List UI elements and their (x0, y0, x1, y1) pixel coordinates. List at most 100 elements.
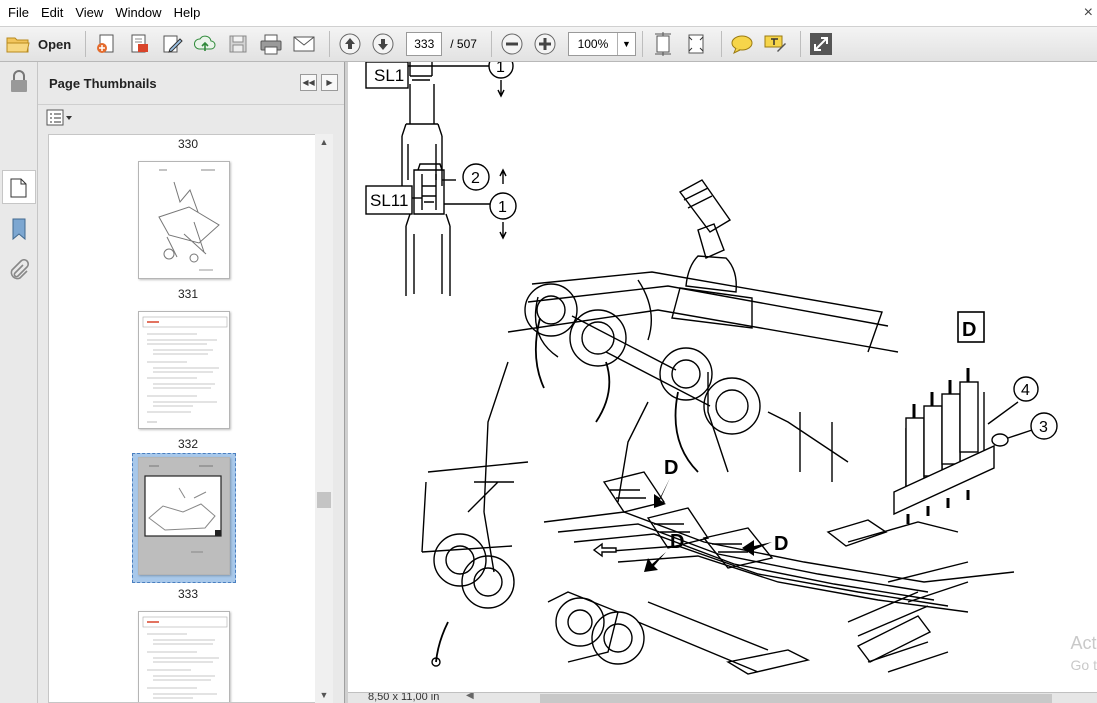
fit-page-icon (654, 32, 671, 56)
open-folder-icon (6, 37, 30, 53)
chevron-down-icon[interactable]: ▼ (616, 33, 635, 55)
d-label-right: D (774, 533, 788, 555)
expand-button[interactable] (807, 30, 835, 58)
zoom-out-button[interactable] (498, 30, 526, 58)
thumbnails-panel: Page Thumbnails ◀◀ ▶ 330 331 332 333 ▲ ▼ (38, 62, 344, 703)
callout-one-top: 1 (496, 62, 505, 76)
cloud-upload-button[interactable] (191, 30, 219, 58)
email-icon (293, 36, 315, 52)
save-icon (229, 35, 247, 53)
page-total: / 507 (450, 37, 477, 51)
scroll-up-icon[interactable]: ▲ (315, 134, 333, 150)
document-view: SL1 1 SL11 2 1 D D D D 4 3 Act Go t (348, 62, 1097, 692)
scroll-down-icon[interactable]: ▼ (315, 687, 333, 703)
attachment-icon[interactable] (7, 259, 31, 283)
panel-title: Page Thumbnails (49, 75, 157, 91)
create-pdf-button[interactable] (92, 30, 120, 58)
cloud-upload-icon (194, 35, 216, 51)
open-button[interactable]: Open (6, 34, 71, 54)
sl11-label: SL11 (370, 191, 408, 210)
edit-button[interactable] (158, 30, 186, 58)
zoom-out-icon (501, 33, 523, 55)
watermark-line-1: Act (1070, 633, 1097, 653)
thumbnail-label: 333 (177, 587, 199, 601)
callout-two: 2 (471, 170, 480, 187)
lock-icon[interactable] (7, 70, 31, 94)
thumbnail-page-332[interactable] (138, 311, 230, 429)
thumbnail-page-333[interactable] (138, 457, 230, 575)
close-document-icon[interactable]: × (1084, 4, 1093, 22)
zoom-value: 100% (577, 37, 609, 51)
save-button[interactable] (224, 30, 252, 58)
thumbnail-label: 331 (177, 287, 199, 301)
export-pdf-icon (131, 34, 149, 53)
export-pdf-button[interactable] (125, 30, 153, 58)
panel-header: Page Thumbnails ◀◀ ▶ (38, 62, 344, 104)
thumbnail-options-button[interactable] (46, 109, 74, 127)
bookmark-icon[interactable] (7, 217, 31, 241)
zoom-select[interactable]: 100% ▼ (567, 32, 636, 56)
activation-watermark: Act Go t (1071, 632, 1097, 676)
email-button[interactable] (290, 30, 318, 58)
zoom-in-icon (534, 33, 556, 55)
highlight-button[interactable] (761, 30, 789, 58)
pages-icon[interactable] (7, 175, 31, 199)
menu-file[interactable]: File (2, 0, 35, 26)
horizontal-scrollbar-thumb[interactable] (540, 694, 1052, 703)
thumbnail-page-334[interactable] (138, 611, 230, 702)
open-label: Open (38, 36, 72, 52)
document-status-bar: 8,50 x 11,00 in ◀ (348, 692, 1097, 703)
menu-bar: File Edit View Window Help × (0, 0, 1097, 26)
close-panel-button[interactable]: ▶ (321, 74, 338, 91)
detail-d-label: D (962, 319, 976, 341)
next-page-icon (372, 33, 394, 55)
zoom-in-button[interactable] (531, 30, 559, 58)
edit-icon (163, 35, 183, 53)
toolbar-separator (799, 31, 801, 57)
watermark-line-2: Go t (1070, 657, 1097, 673)
comment-icon (731, 35, 753, 55)
scroll-left-icon[interactable]: ◀ (466, 693, 474, 701)
full-screen-width-button[interactable] (682, 30, 710, 58)
panel-toolbar (38, 104, 344, 134)
options-menu-icon (46, 109, 72, 126)
toolbar: Open 333 / 507 100% ▼ (0, 26, 1097, 62)
thumbnail-label: 330 (177, 137, 199, 151)
toolbar-separator (490, 31, 492, 57)
d-label-middle: D (670, 531, 684, 553)
menu-edit[interactable]: Edit (35, 0, 69, 26)
highlight-icon (764, 35, 786, 52)
callout-three: 3 (1039, 419, 1048, 436)
sl1-label: SL1 (374, 66, 404, 85)
toolbar-separator (720, 31, 722, 57)
menu-window[interactable]: Window (109, 0, 167, 26)
page-size-label: 8,50 x 11,00 in (368, 692, 440, 703)
scrollbar-thumb[interactable] (317, 492, 331, 508)
previous-page-button[interactable] (336, 30, 364, 58)
print-icon (260, 34, 282, 55)
callout-four: 4 (1021, 382, 1030, 399)
navigation-rail (0, 62, 38, 703)
toolbar-separator (329, 31, 331, 57)
technical-drawing: SL1 1 SL11 2 1 D D D D 4 3 (365, 62, 1058, 675)
d-label-top: D (664, 457, 678, 479)
menu-view[interactable]: View (69, 0, 109, 26)
thumbnail-page-331[interactable] (138, 161, 230, 279)
comment-button[interactable] (728, 30, 756, 58)
page-number-input[interactable]: 333 (406, 32, 443, 56)
toolbar-separator (85, 31, 87, 57)
full-screen-width-icon (688, 34, 704, 54)
expand-icon (809, 33, 832, 55)
next-page-button[interactable] (369, 30, 397, 58)
callout-one: 1 (498, 199, 507, 216)
create-pdf-icon (97, 34, 114, 53)
print-button[interactable] (257, 30, 285, 58)
thumbnail-list: 330 331 332 333 (48, 134, 328, 703)
menu-help[interactable]: Help (168, 0, 207, 26)
previous-page-icon (339, 33, 361, 55)
collapse-panel-button[interactable]: ◀◀ (300, 74, 317, 91)
fit-page-button[interactable] (649, 30, 677, 58)
thumbnail-scrollbar[interactable]: ▲ ▼ (315, 134, 333, 703)
toolbar-separator (641, 31, 643, 57)
thumbnail-label: 332 (177, 437, 199, 451)
